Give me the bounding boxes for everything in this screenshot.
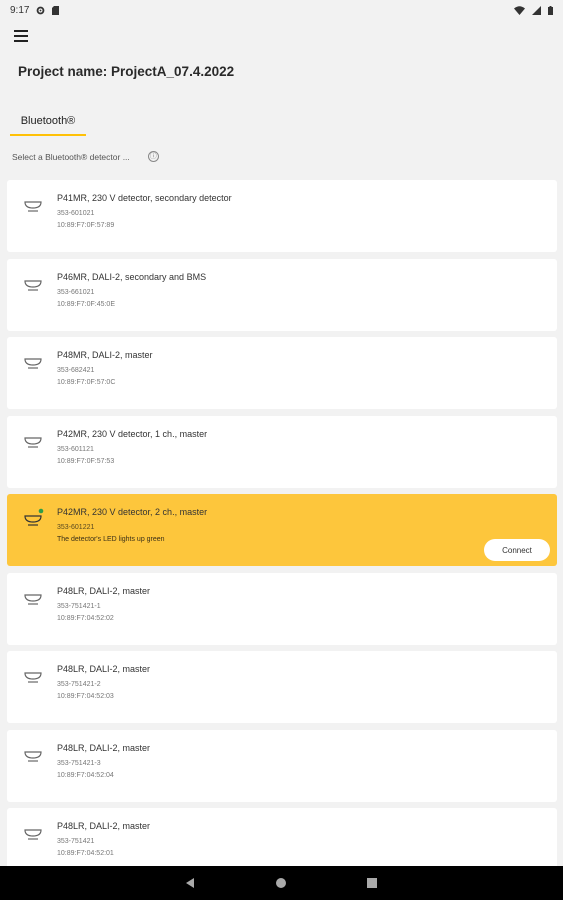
detector-card[interactable]: P48LR, DALI-2, master 353-751421-2 10:89… — [7, 651, 557, 723]
wifi-icon — [514, 5, 525, 15]
detector-card[interactable]: P42MR, 230 V detector, 1 ch., master 353… — [7, 416, 557, 488]
tab-bluetooth[interactable]: Bluetooth® — [10, 110, 86, 136]
detector-id: 353-751421-3 — [57, 760, 101, 767]
clock: 9:17 — [10, 4, 30, 16]
detector-icon — [24, 829, 42, 840]
status-bar: 9:17 — [0, 0, 563, 20]
detector-title: P42MR, 230 V detector, 2 ch., master — [57, 507, 208, 517]
detector-id: 353-682421 — [57, 367, 95, 374]
detector-mac: 10:89:F7:04:52:04 — [57, 772, 114, 779]
detector-status: The detector's LED lights up green — [57, 536, 165, 543]
detector-card[interactable]: P48LR, DALI-2, master 353-751421-1 10:89… — [7, 573, 557, 645]
page-title: Project name: ProjectA_07.4.2022 — [18, 64, 235, 79]
detector-id: 353-661021 — [57, 289, 95, 296]
menu-bar-bottom — [14, 40, 28, 42]
detector-title: P48LR, DALI-2, master — [57, 586, 151, 596]
select-prompt-row: Select a Bluetooth® detector ... ⓘ — [12, 151, 159, 162]
detector-title: P48LR, DALI-2, master — [57, 821, 151, 831]
battery-icon — [548, 5, 553, 15]
detector-icon — [24, 280, 42, 291]
detector-title: P48LR, DALI-2, master — [57, 664, 151, 674]
detector-icon — [24, 672, 42, 683]
detector-icon — [24, 751, 42, 762]
signal-icon — [532, 5, 541, 15]
info-icon[interactable]: ⓘ — [147, 151, 159, 162]
detector-id: 353-751421-2 — [57, 681, 101, 688]
detector-card[interactable]: P46MR, DALI-2, secondary and BMS 353-661… — [7, 259, 557, 331]
gear-icon — [37, 6, 45, 14]
detector-icon — [24, 594, 42, 605]
detector-mac: 10:89:F7:04:52:03 — [57, 693, 114, 700]
detector-id: 353-601021 — [57, 210, 95, 217]
detector-id: 353-601121 — [57, 446, 94, 453]
connect-button[interactable]: Connect — [484, 539, 550, 561]
menu-bar-top — [14, 30, 28, 32]
back-icon[interactable] — [186, 878, 194, 888]
detector-card[interactable]: P48LR, DALI-2, master 353-751421-3 10:89… — [7, 730, 557, 802]
recents-icon[interactable] — [367, 878, 377, 888]
detector-title: P42MR, 230 V detector, 1 ch., master — [57, 429, 208, 439]
detector-mac: 10:89:F7:0F:57:53 — [57, 458, 115, 465]
detector-title: P48MR, DALI-2, master — [57, 350, 153, 360]
sd-card-icon — [52, 5, 60, 15]
menu-bar-middle — [14, 35, 28, 37]
detector-title: P41MR, 230 V detector, secondary detecto… — [57, 193, 232, 203]
detector-title: P46MR, DALI-2, secondary and BMS — [57, 272, 207, 282]
detector-mac: 10:89:F7:04:52:01 — [57, 850, 114, 857]
select-prompt: Select a Bluetooth® detector ... — [12, 151, 130, 162]
detector-id: 353-751421 — [57, 838, 95, 845]
detector-id: 353-751421-1 — [57, 603, 101, 610]
detector-mac: 10:89:F7:0F:45:0E — [57, 301, 115, 308]
detector-card-selected[interactable]: P42MR, 230 V detector, 2 ch., master 353… — [7, 494, 557, 566]
detector-mac: 10:89:F7:04:52:02 — [57, 615, 114, 622]
detector-title: P48LR, DALI-2, master — [57, 743, 151, 753]
detector-card[interactable]: P41MR, 230 V detector, secondary detecto… — [7, 180, 557, 252]
system-nav-bar — [0, 866, 563, 900]
detector-mac: 10:89:F7:0F:57:0C — [57, 379, 116, 386]
detector-icon — [24, 437, 42, 448]
detector-card[interactable]: P48MR, DALI-2, master 353-682421 10:89:F… — [7, 337, 557, 409]
detector-id: 353-601221 — [57, 524, 95, 531]
detector-icon — [24, 358, 42, 369]
home-icon[interactable] — [276, 878, 286, 888]
detector-icon — [24, 201, 42, 212]
menu-icon[interactable] — [14, 30, 28, 44]
detector-active-icon — [24, 508, 44, 526]
detector-mac: 10:89:F7:0F:57:89 — [57, 222, 115, 229]
